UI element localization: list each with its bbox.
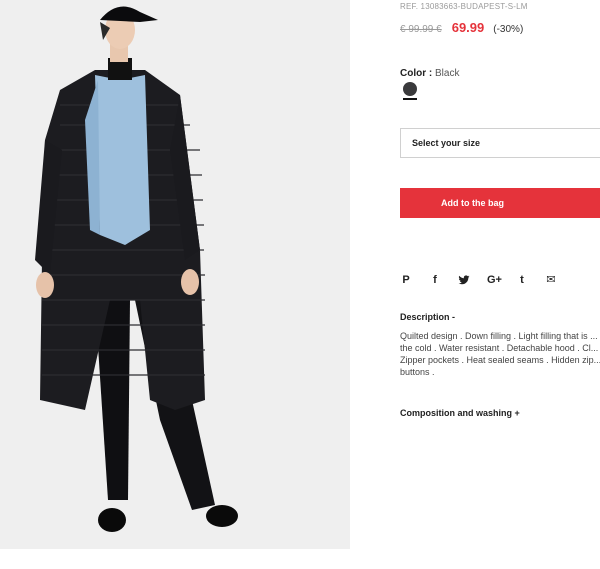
- add-to-bag-label: Add to the bag: [441, 198, 504, 208]
- facebook-icon[interactable]: f: [429, 274, 441, 286]
- tumblr-icon[interactable]: t: [516, 274, 528, 286]
- color-swatch-black[interactable]: [403, 82, 417, 96]
- description-toggle[interactable]: Description -: [400, 312, 455, 322]
- product-info-panel: REF. 13083663-BUDAPEST-S-LM € 99.99 € 69…: [400, 0, 600, 569]
- price-row: € 99.99 € 69.99 (-30%): [400, 20, 523, 35]
- email-icon[interactable]: ✉: [545, 274, 557, 286]
- composition-toggle[interactable]: Composition and washing +: [400, 408, 520, 418]
- color-label-key: Color :: [400, 68, 433, 79]
- selected-swatch-indicator: [403, 98, 417, 100]
- size-select-placeholder: Select your size: [412, 138, 481, 148]
- pinterest-icon[interactable]: P: [400, 274, 412, 286]
- product-ref: REF. 13083663-BUDAPEST-S-LM: [400, 2, 528, 11]
- add-to-bag-button[interactable]: Add to the bag: [400, 188, 600, 218]
- twitter-icon[interactable]: [458, 274, 470, 286]
- social-share-bar: P f G+ t ✉: [400, 274, 574, 286]
- google-plus-icon[interactable]: G+: [487, 274, 502, 286]
- sale-price: 69.99: [451, 20, 485, 35]
- old-price: € 99.99 €: [400, 24, 442, 35]
- size-select[interactable]: Select your size: [400, 128, 600, 158]
- description-text: Quilted design . Down filling . Light fi…: [400, 331, 600, 377]
- product-photo: [0, 0, 350, 549]
- discount-badge: (-30%): [493, 24, 524, 35]
- color-value: Black: [435, 68, 460, 79]
- color-label: Color : Black: [400, 68, 459, 79]
